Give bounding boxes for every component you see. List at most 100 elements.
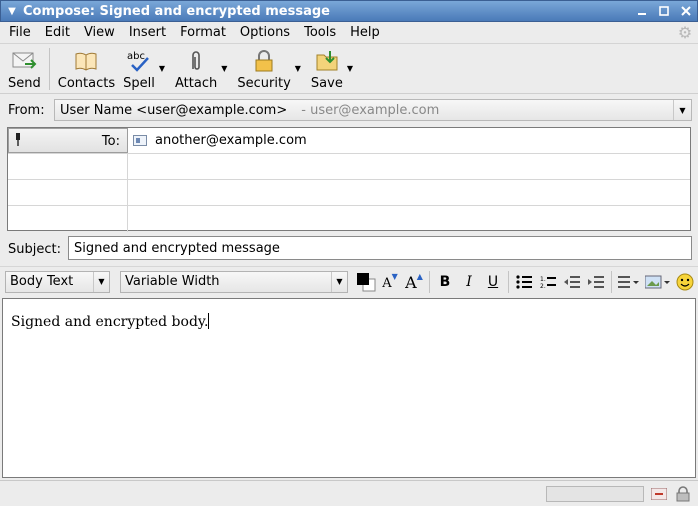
security-dropdown-icon[interactable]: ▼ [295,64,301,73]
contact-card-icon [133,135,147,146]
outdent-button[interactable] [560,270,584,294]
window-title: Compose: Signed and encrypted message [23,3,330,19]
pin-icon [14,133,22,150]
attach-dropdown-icon[interactable]: ▼ [221,64,227,73]
attach-label: Attach [175,76,218,91]
save-dropdown-icon[interactable]: ▼ [347,64,353,73]
recipient-address-field[interactable] [128,206,690,232]
recipient-list: To: another@example.com [7,127,691,232]
status-bar [0,480,698,506]
minimize-button[interactable] [631,1,653,21]
send-icon [10,48,38,74]
font-value: Variable Width [125,274,220,289]
recipient-row [8,180,690,206]
svg-text:1.: 1. [540,276,546,283]
format-separator [508,270,509,293]
text-caret [208,313,210,329]
paragraph-style-value: Body Text [10,274,74,289]
bold-icon: B [439,273,451,290]
window-menu-icon[interactable]: ▼ [1,6,23,17]
bullet-list-icon [516,274,532,289]
menu-file[interactable]: File [2,25,38,40]
subject-label: Subject: [8,241,61,257]
from-secondary: - user@example.com [301,102,440,118]
lock-icon [250,48,278,74]
insert-image-icon [645,275,670,288]
chevron-down-icon[interactable]: ▼ [93,271,109,292]
recipient-type-select[interactable]: To: [8,128,128,153]
insert-image-button[interactable] [643,270,673,294]
minimize-icon [638,13,646,15]
increase-font-icon: A▲ [405,271,423,292]
spell-button[interactable]: abc Spell [119,44,159,92]
recipient-address-field[interactable] [128,154,690,179]
save-button[interactable]: Save [307,44,347,92]
progress-bar [546,485,644,502]
from-identity: User Name <user@example.com> [60,102,288,118]
text-color-button[interactable] [354,270,378,294]
contacts-button[interactable]: Contacts [54,44,119,92]
send-button[interactable]: Send [4,44,45,92]
bullet-list-button[interactable] [512,270,536,294]
recipient-type-select[interactable] [8,206,128,232]
close-icon [681,6,691,16]
recipient-type-select[interactable] [8,154,128,179]
decrease-font-icon: A▼ [382,272,398,291]
recipient-row [8,154,690,180]
italic-button[interactable]: I [457,270,481,294]
main-toolbar: Send Contacts abc Spell ▼ Attach ▼ Secur… [0,44,698,94]
throbber-icon: ⚙ [677,23,693,42]
menu-options[interactable]: Options [233,25,297,40]
italic-icon: I [466,273,472,290]
title-bar: ▼ Compose: Signed and encrypted message [0,0,698,22]
underline-button[interactable]: U [481,270,505,294]
security-label: Security [237,76,291,91]
font-select[interactable]: Variable Width ▼ [120,270,348,293]
save-label: Save [310,76,343,91]
encryption-status-icon[interactable] [674,485,692,503]
numbered-list-button[interactable]: 1. 2. [536,270,560,294]
bold-button[interactable]: B [433,270,457,294]
svg-text:abc: abc [127,51,145,62]
menu-tools[interactable]: Tools [297,25,343,40]
save-folder-icon [313,48,341,74]
paperclip-icon [182,48,210,74]
maximize-button[interactable] [653,1,675,21]
numbered-list-icon: 1.2. [540,276,556,289]
text-color-icon [357,272,376,291]
security-button[interactable]: Security [233,44,294,92]
chevron-down-icon[interactable]: ▼ [673,100,691,120]
attach-button[interactable]: Attach [171,44,221,92]
close-button[interactable] [675,1,697,21]
svg-text:2.: 2. [540,283,546,289]
recipient-type-label: To: [101,134,120,149]
smiley-icon [676,273,694,290]
recipient-address-field[interactable]: another@example.com [128,128,690,153]
signed-status-icon[interactable] [650,485,668,503]
indent-button[interactable] [584,270,608,294]
from-identity-select[interactable]: User Name <user@example.com> - user@exam… [54,99,692,121]
message-body-editor[interactable]: Signed and encrypted body. [2,298,696,478]
chevron-down-icon[interactable]: ▼ [331,271,347,292]
recipient-type-select[interactable] [8,180,128,205]
spell-label: Spell [123,76,155,91]
smiley-button[interactable] [673,270,697,294]
toolbar-separator [48,48,50,90]
spell-dropdown-icon[interactable]: ▼ [159,64,165,73]
recipient-address-field[interactable] [128,180,690,205]
recipient-address: another@example.com [155,133,307,148]
message-body-text: Signed and encrypted body. [11,314,209,330]
send-label: Send [8,76,41,91]
align-icon [618,275,639,288]
decrease-font-button[interactable]: A▼ [378,270,402,294]
paragraph-style-select[interactable]: Body Text ▼ [5,270,110,293]
menu-insert[interactable]: Insert [122,25,173,40]
indent-icon [588,275,604,288]
menu-help[interactable]: Help [343,25,387,40]
menu-view[interactable]: View [77,25,122,40]
increase-font-button[interactable]: A▲ [402,270,426,294]
menu-format[interactable]: Format [173,25,233,40]
subject-input[interactable]: Signed and encrypted message [68,236,692,260]
menu-edit[interactable]: Edit [38,25,77,40]
align-button[interactable] [615,270,643,294]
